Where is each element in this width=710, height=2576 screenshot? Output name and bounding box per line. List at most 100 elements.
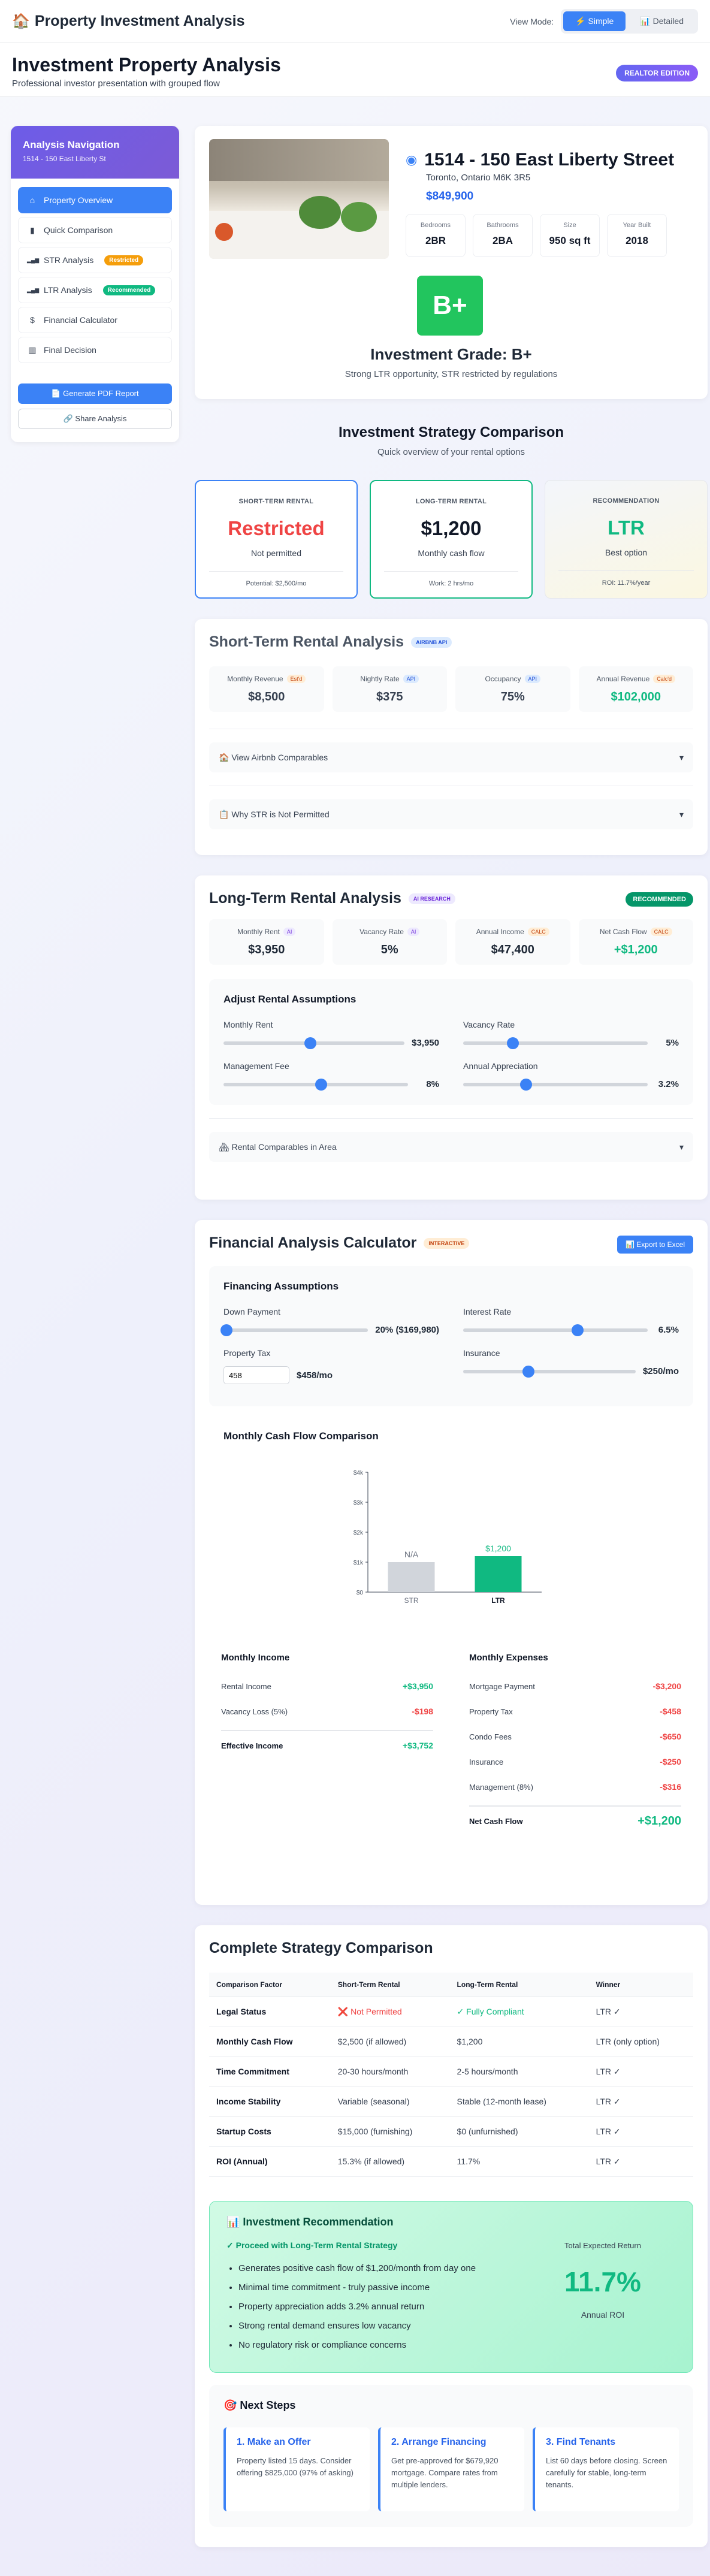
property-tax-value: $458/mo [297,1370,333,1381]
comparison-table: Comparison Factor Short-Term Rental Long… [209,1973,693,2177]
caret-down-icon: ▾ [679,809,684,819]
step-title: 3. Find Tenants [546,2436,616,2447]
bar-chart-icon: ▂▄▆ [27,286,40,293]
expense-row: Management (8%) -$316 [469,1774,681,1799]
fact-label: Year Built [623,222,651,229]
step-desc: List 60 days before closing. Screen care… [546,2456,667,2489]
detailed-mode-button[interactable]: 📊 Detailed [628,11,696,31]
table-row: Startup Costs $15,000 (furnishing) $0 (unf… [209,2116,693,2147]
restricted-badge: Restricted [104,255,144,265]
return-subtitle: Annual ROI [581,2309,625,2320]
management-fee-slider[interactable] [223,1078,408,1091]
simple-mode-button[interactable]: ⚡ Simple [563,11,626,31]
vacancy-rate-slider[interactable] [463,1037,648,1049]
cell: Time Commitment [209,2056,331,2087]
slider-thumb[interactable] [519,1078,532,1091]
category-label: LTR [491,1596,505,1605]
down-payment-slider[interactable] [220,1324,368,1336]
metric-label: Occupancy [485,675,521,683]
net-cash-flow-row: Net Cash Flow +$1,200 [469,1805,681,1831]
airbnb-comparables-accordion[interactable]: 🏠 View Airbnb Comparables ▾ [209,742,693,772]
row-value: -$198 [412,1707,433,1716]
slider-value: $250/mo [642,1366,679,1376]
cell: ROI (Annual) [209,2146,331,2177]
generate-pdf-button[interactable]: 📄 Generate PDF Report [18,383,172,404]
financing-assumptions-panel: Financing Assumptions Down Payment 20% (… [209,1266,693,1406]
expense-row: Mortgage Payment -$3,200 [469,1674,681,1699]
interest-rate-slider[interactable] [463,1324,648,1336]
sidebar-item-label: STR Analysis [44,255,94,265]
property-tax-input[interactable] [223,1366,289,1384]
recommended-badge: Recommended [102,285,156,295]
panel-title: Adjust Rental Assumptions [223,993,356,1005]
insurance-slider[interactable] [463,1365,636,1378]
metric-tag: Est'd [286,675,306,683]
str-title: Short-Term Rental Analysis [209,633,404,650]
ltr-strategy-card[interactable]: LONG-TERM RENTAL $1,200 Monthly cash flo… [370,480,533,599]
slider-label: Interest Rate [463,1307,512,1316]
slider-value: 8% [426,1079,439,1089]
slider-thumb[interactable] [304,1037,316,1049]
sidebar-item-label: Quick Comparison [44,225,113,235]
ltr-analysis-section: Long-Term Rental Analysis AI RESEARCH RE… [195,875,708,1200]
str-strategy-card[interactable]: SHORT-TERM RENTAL Restricted Not permitt… [195,480,358,599]
sidebar-item-quick-comparison[interactable]: ▮ Quick Comparison [18,217,172,243]
grade-title: Investment Grade: B+ [370,345,532,363]
monthly-expenses: Monthly Expenses Mortgage Payment -$3,200… [469,1653,681,1831]
view-mode: View Mode: ⚡ Simple 📊 Detailed [510,9,698,34]
sidebar-nav: ⌂ Property Overview ▮ Quick Comparison ▂… [11,179,179,375]
slider-value: $3,950 [412,1038,439,1048]
property-overview-card: ◉ 1514 - 150 East Liberty Street Toronto… [195,126,708,399]
slider-label: Insurance [463,1348,500,1358]
cell: 11.7% [449,2146,589,2177]
sidebar-item-ltr-analysis[interactable]: ▂▄▆ LTR Analysis Recommended [18,277,172,303]
chart-title: Monthly Cash Flow Comparison [223,1430,379,1442]
y-tick-label: $3k [354,1500,364,1506]
row-label: Condo Fees [469,1732,512,1741]
why-str-not-permitted-accordion[interactable]: 📋 Why STR is Not Permitted ▾ [209,799,693,829]
rental-comparables-accordion[interactable]: 🏘 Rental Comparables in Area ▾ [209,1132,693,1162]
slider-thumb[interactable] [571,1324,584,1336]
metric-value: 75% [500,690,525,703]
metric-nightly-rate: Nightly Rate API $375 [332,666,447,712]
recommendation-card[interactable]: RECOMMENDATION LTR Best option ROI: 11.7… [545,480,708,599]
cell: $1,200 [449,2027,589,2057]
slider-thumb[interactable] [220,1324,232,1336]
income-title: Monthly Income [221,1653,290,1663]
sidebar-item-str-analysis[interactable]: ▂▄▆ STR Analysis Restricted [18,247,172,273]
fact-label: Size [563,222,576,229]
return-label: Total Expected Return [564,2240,641,2250]
metric-value: 5% [380,943,398,956]
annual-appreciation-slider[interactable] [463,1078,648,1091]
list-item: No regulatory risk or compliance concern… [238,2336,676,2355]
cell: Stable (12-month lease) [449,2086,589,2117]
metric-vacancy-rate: Vacancy Rate AI 5% [332,919,447,965]
cell: LTR ✓ [588,1997,693,2027]
fact-value: 2BA [492,235,513,246]
export-to-excel-button[interactable]: 📊 Export to Excel [617,1236,693,1254]
page-subtitle: Professional investor presentation with … [12,78,220,89]
table-row: Income Stability Variable (seasonal) Stabl… [209,2086,693,2117]
comparison-title: Complete Strategy Comparison [209,1940,433,1956]
card-label: RECOMMENDATION [593,497,660,505]
metric-occupancy: Occupancy API 75% [455,666,570,712]
sidebar-item-property-overview[interactable]: ⌂ Property Overview [18,187,172,213]
sidebar-item-financial-calculator[interactable]: $ Financial Calculator [18,307,172,333]
share-analysis-button[interactable]: 🔗 Share Analysis [18,409,172,429]
slider-thumb[interactable] [315,1078,328,1091]
step-desc: Get pre-approved for $679,920 mortgage. … [391,2456,498,2489]
insurance-slider-group: Insurance $250/mo [463,1348,679,1384]
sidebar-item-final-decision[interactable]: ▥ Final Decision [18,337,172,363]
y-tick-label: $2k [354,1530,364,1536]
card-foot: ROI: 11.7%/year [602,579,651,587]
metric-value: $8,500 [248,690,285,703]
monthly-rent-slider-group: Monthly Rent $3,950 [223,1020,439,1049]
cell: $15,000 (furnishing) [330,2116,450,2147]
strategy-comparison: Investment Strategy Comparison Quick ove… [195,424,708,599]
metric-label: Annual Revenue [596,675,650,683]
step-desc: Property listed 15 days. Consider offeri… [237,2456,354,2477]
metric-tag: API [524,675,541,683]
monthly-rent-slider[interactable] [223,1037,405,1049]
slider-thumb[interactable] [507,1037,519,1049]
slider-thumb[interactable] [522,1365,535,1378]
